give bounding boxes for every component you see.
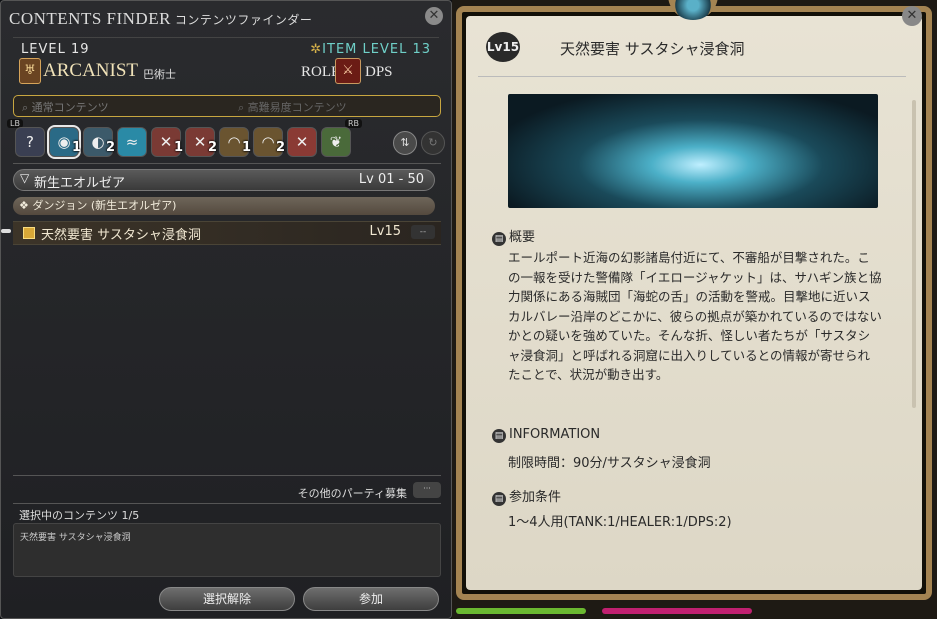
divider	[13, 475, 441, 476]
overview-heading-text: 概要	[509, 230, 536, 245]
tab-high-label: 高難易度コンテンツ	[247, 101, 347, 114]
book-icon: ▤	[492, 232, 506, 246]
duty-checkbox[interactable]	[23, 227, 35, 239]
close-icon[interactable]: ✕	[902, 6, 922, 26]
dungeon-icon[interactable]: ◉ 1	[47, 125, 81, 159]
subcategory-dungeon[interactable]: ❖ ダンジョン (新生エオルゼア)	[13, 197, 435, 215]
divider	[13, 503, 441, 504]
hp-bar	[456, 608, 586, 614]
selection-count: 選択中のコンテンツ 1/5	[19, 509, 140, 522]
sort-icon[interactable]: ⇅	[393, 131, 417, 155]
close-icon[interactable]: ✕	[425, 7, 443, 25]
duty-row-sastasha[interactable]: 天然要害 サスタシャ浸食洞 Lv15 --	[13, 221, 441, 245]
raid-icon[interactable]: ✕ 1	[151, 127, 183, 157]
pointer-icon	[1, 229, 11, 233]
category-name: 新生エオルゼア	[34, 176, 126, 191]
window-title: CONTENTS FINDER コンテンツファインダー	[9, 9, 312, 29]
status-bars	[456, 600, 766, 619]
role-value: DPS	[365, 64, 393, 80]
duty-banner-image	[508, 94, 878, 208]
title-jp: コンテンツファインダー	[174, 13, 313, 27]
duty-status: --	[411, 225, 435, 239]
job-name-jp: 巴術士	[143, 68, 176, 81]
special-icon[interactable]: ◠ 2	[253, 127, 285, 157]
info-icon: ▤	[492, 429, 506, 443]
dps-role-icon: ⚔	[335, 58, 361, 84]
list-icon: ▤	[492, 492, 506, 506]
level-label: LEVEL 19	[21, 42, 90, 57]
time-limit-text: 制限時間：90分/サスタシャ浸食洞	[508, 456, 711, 471]
trial-icon[interactable]: ≈	[117, 127, 147, 157]
overview-heading: ▤ 概要	[492, 226, 535, 246]
title-divider	[478, 76, 906, 77]
item-level-label: ✲ITEM LEVEL 13	[310, 42, 431, 57]
roulette-icon[interactable]: ?	[15, 127, 45, 157]
duty-level: Lv15	[369, 224, 401, 239]
divider	[13, 163, 441, 164]
requirements-heading: ▤ 参加条件	[492, 486, 561, 506]
count-badge: 1	[173, 140, 183, 155]
title-en: CONTENTS FINDER	[9, 9, 171, 28]
party-finder-label: その他のパーティ募集	[297, 487, 407, 500]
item-level-icon: ✲	[310, 42, 323, 57]
collapse-icon: ▽	[20, 171, 30, 185]
pvp-icon[interactable]: ✕ 2	[185, 127, 217, 157]
count-badge: 1	[71, 140, 81, 155]
count-badge: 2	[275, 140, 285, 155]
tab-normal-content[interactable]: ⌕ 通常コンテンツ	[22, 99, 109, 115]
count-badge: 1	[241, 140, 251, 155]
information-heading: ▤ INFORMATION	[492, 427, 600, 443]
arcanist-job-icon: ♅	[19, 58, 41, 84]
overview-text: エールポート近海の幻影諸島付近にて、不審船が目撃された。この一報を受けた警備隊「…	[508, 250, 882, 382]
selected-duty: 天然要害 サスタシャ浸食洞	[20, 533, 131, 543]
level-badge: Lv15	[486, 32, 520, 62]
clear-selection-button[interactable]: 選択解除	[159, 587, 295, 611]
contents-finder-window: CONTENTS FINDER コンテンツファインダー ✕ LEVEL 19 ✲I…	[0, 0, 452, 619]
join-button[interactable]: 参加	[303, 587, 439, 611]
duty-title: 天然要害 サスタシャ浸食洞	[560, 40, 745, 58]
guildhest-icon[interactable]: ◐ 2	[83, 127, 115, 157]
frontline-icon[interactable]: ✕	[287, 127, 317, 157]
category-header-arr[interactable]: ▽ 新生エオルゼア Lv 01 - 50	[13, 169, 435, 191]
tab-normal-label: 通常コンテンツ	[31, 101, 109, 114]
tab-high-end-content[interactable]: ⌕ 高難易度コンテンツ	[238, 99, 347, 115]
count-badge: 2	[105, 140, 115, 155]
character-info: LEVEL 19 ✲ITEM LEVEL 13 ♅ ARCANIST 巴術士 R…	[13, 37, 439, 90]
gold-saucer-icon[interactable]: ◠ 1	[219, 127, 251, 157]
category-levels: Lv 01 - 50	[358, 172, 424, 187]
mp-bar	[602, 608, 752, 614]
requirements-heading-text: 参加条件	[509, 490, 562, 505]
item-level-text: ITEM LEVEL 13	[322, 42, 431, 57]
job-name: ARCANIST	[43, 60, 139, 81]
reset-icon[interactable]: ↻	[421, 131, 445, 155]
party-finder-button[interactable]: ···	[413, 482, 441, 498]
misc-icon[interactable]: ❦	[321, 127, 351, 157]
party-composition-text: 1〜4人用(TANK:1/HEALER:1/DPS:2)	[508, 515, 732, 530]
information-heading-text: INFORMATION	[509, 427, 601, 442]
duty-name: 天然要害 サスタシャ浸食洞	[41, 228, 201, 243]
content-type-tabs: ⌕ 通常コンテンツ ⌕ 高難易度コンテンツ	[13, 95, 441, 117]
selected-duties-list: 天然要害 サスタシャ浸食洞	[13, 523, 441, 577]
count-badge: 2	[207, 140, 217, 155]
scrollbar[interactable]	[912, 100, 916, 408]
